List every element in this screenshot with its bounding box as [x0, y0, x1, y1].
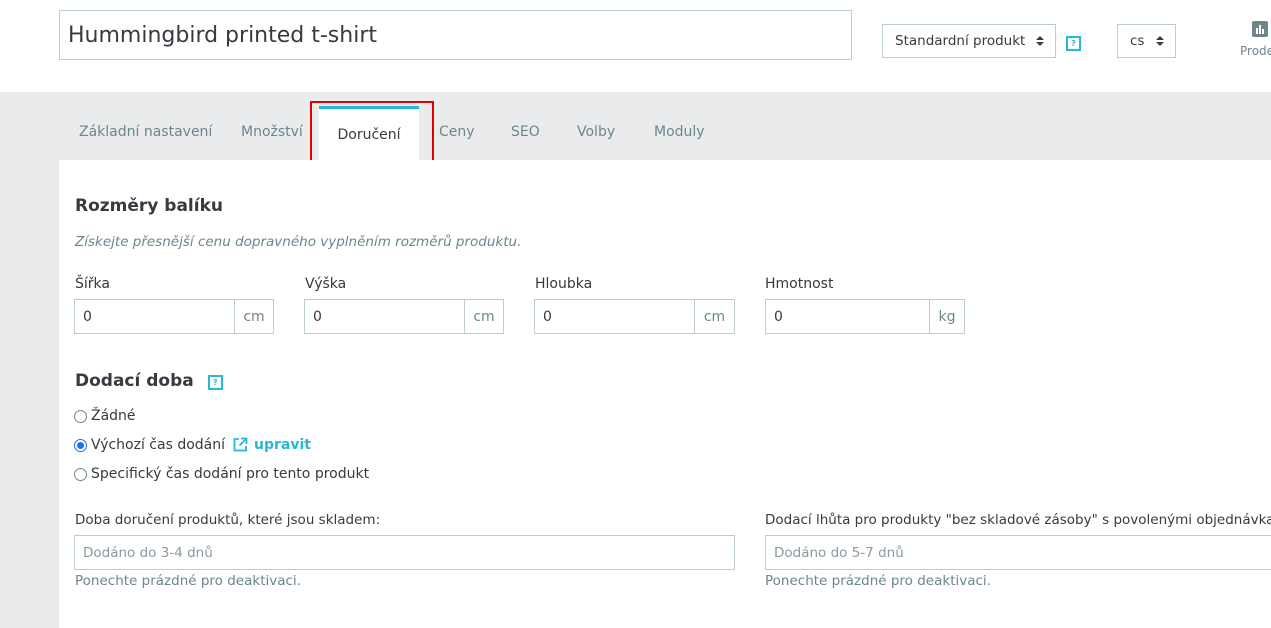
height-unit: cm [464, 300, 503, 333]
radio-button[interactable] [74, 467, 87, 481]
tab-basic-settings[interactable]: Základní nastavení [79, 124, 212, 140]
product-name-input[interactable] [59, 10, 852, 60]
width-input[interactable] [75, 300, 234, 333]
out-of-stock-hint: Ponechte prázdné pro deaktivaci. [765, 573, 991, 589]
tab-seo[interactable]: SEO [511, 124, 540, 140]
radio-none-label: Žádné [91, 408, 136, 424]
delivery-time-title-text: Dodací doba [75, 371, 194, 391]
in-stock-hint: Ponechte prázdné pro deaktivaci. [75, 573, 301, 589]
weight-input[interactable] [766, 300, 929, 333]
weight-label: Hmotnost [765, 276, 834, 292]
radio-button[interactable] [74, 438, 87, 452]
delivery-time-title: Dodací doba ? [75, 371, 223, 391]
depth-label: Hloubka [535, 276, 593, 292]
product-type-select[interactable]: Standardní produkt [882, 24, 1056, 58]
in-stock-delivery-label: Doba doručení produktů, které jsou sklad… [75, 512, 381, 528]
radio-default-delivery[interactable]: Výchozí čas dodání upravit [74, 437, 311, 453]
width-unit: cm [234, 300, 273, 333]
width-label: Šířka [75, 276, 110, 292]
radio-button[interactable] [74, 409, 87, 423]
bar-chart-icon [1252, 21, 1268, 37]
in-stock-delivery-input[interactable] [74, 535, 735, 570]
edit-delivery-link[interactable]: upravit [232, 437, 311, 453]
product-type-value: Standardní produkt [895, 33, 1026, 49]
page-header: Standardní produkt ? cs Prodej [0, 0, 1271, 92]
package-dimensions-title: Rozměry balíku [75, 196, 223, 216]
depth-input[interactable] [535, 300, 694, 333]
language-select[interactable]: cs [1117, 24, 1176, 58]
depth-field: cm [534, 299, 735, 334]
radio-specific-label: Specifický čas dodání pro tento produkt [91, 466, 370, 482]
tab-bar: Základní nastavení Množství Doručení Cen… [0, 92, 1271, 160]
radio-none[interactable]: Žádné [74, 408, 136, 424]
radio-specific-delivery[interactable]: Specifický čas dodání pro tento produkt [74, 466, 369, 482]
height-label: Výška [305, 276, 347, 292]
highlight-box [310, 101, 434, 169]
weight-unit: kg [929, 300, 964, 333]
left-gutter [0, 160, 59, 628]
weight-field: kg [765, 299, 965, 334]
select-caret-icon [1156, 36, 1164, 46]
help-icon[interactable]: ? [1066, 36, 1081, 51]
height-input[interactable] [305, 300, 464, 333]
help-icon[interactable]: ? [207, 375, 223, 390]
width-field: cm [74, 299, 274, 334]
tab-modules[interactable]: Moduly [654, 124, 705, 140]
out-of-stock-delivery-label: Dodací lhůta pro produkty "bez skladové … [765, 512, 1271, 528]
height-field: cm [304, 299, 504, 334]
out-of-stock-delivery-input[interactable] [765, 535, 1271, 570]
stats-label: Prodej [1240, 44, 1271, 58]
select-caret-icon [1036, 36, 1044, 46]
edit-link-label: upravit [254, 437, 311, 453]
tab-quantities[interactable]: Množství [241, 124, 303, 140]
tab-options[interactable]: Volby [577, 124, 615, 140]
radio-default-label: Výchozí čas dodání [91, 437, 226, 453]
package-dimensions-subtitle: Získejte přesnější cenu dopravného vypln… [75, 234, 522, 250]
external-link-icon [233, 437, 248, 452]
tab-pricing[interactable]: Ceny [439, 124, 475, 140]
language-value: cs [1130, 33, 1145, 49]
depth-unit: cm [694, 300, 734, 333]
